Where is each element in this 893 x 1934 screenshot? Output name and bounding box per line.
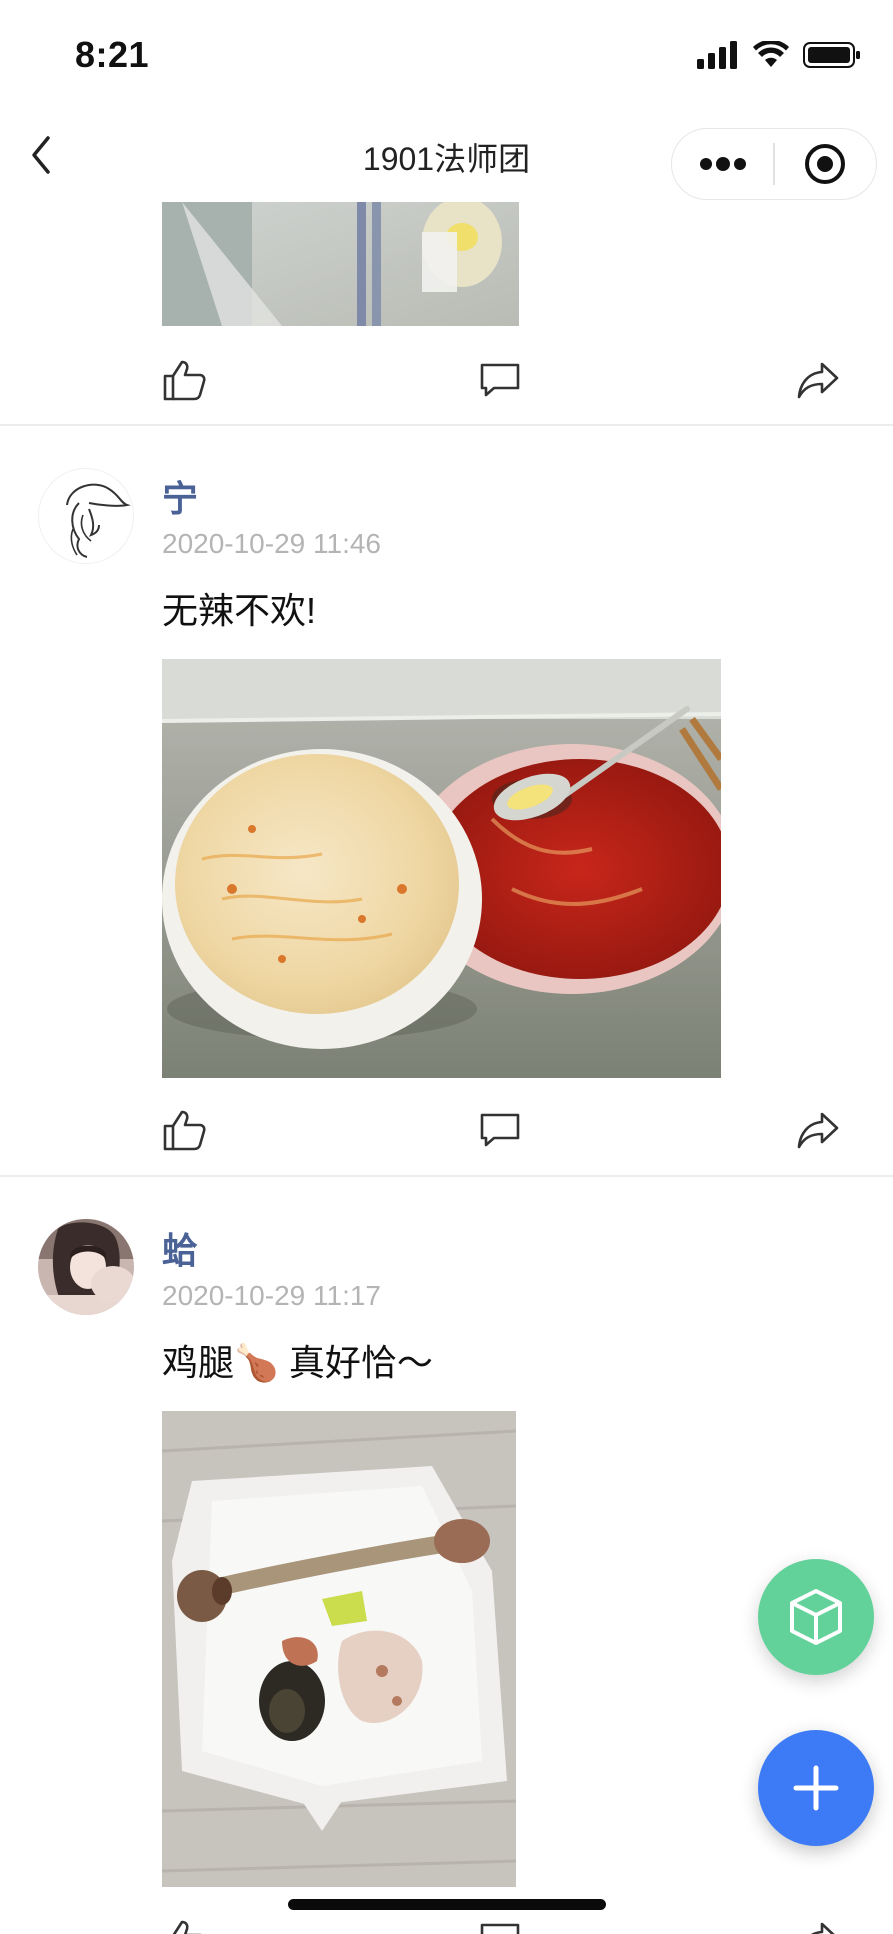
post-text-part: 真好恰～: [278, 1342, 433, 1383]
share-icon: [811, 1922, 835, 1934]
post-actions: [0, 1102, 893, 1172]
post-actions: [0, 352, 893, 422]
wifi-icon: [753, 41, 789, 67]
status-time: 8:21: [75, 34, 150, 75]
share-icon: [797, 1112, 839, 1149]
author-name[interactable]: 宁: [162, 470, 198, 522]
more-button[interactable]: [672, 129, 773, 199]
like-button[interactable]: [157, 1102, 213, 1158]
cube-fab-button[interactable]: [758, 1559, 874, 1675]
cube-icon: [790, 1589, 842, 1645]
post-text: 无辣不欢!: [162, 590, 317, 631]
nav-bar: 1901法师团: [0, 110, 893, 202]
drumstick-emoji: 🍗: [234, 1342, 279, 1383]
avatar-image: [66, 483, 131, 558]
comment-icon: [480, 1113, 520, 1147]
post-text: 鸡腿🍗 真好恰～: [162, 1334, 433, 1386]
signal-icon: [697, 41, 737, 69]
status-icons: [697, 38, 861, 72]
avatar-image: [38, 1219, 134, 1315]
post-timestamp: 2020-10-29 11:17: [162, 1280, 381, 1311]
post-divider: [0, 1175, 893, 1177]
battery-icon: [803, 42, 860, 68]
comment-icon: [480, 1923, 520, 1934]
photo-noodle-bowls: [162, 659, 721, 1078]
target-icon: [805, 144, 846, 184]
thumbs-up-icon: [163, 1110, 206, 1151]
post-text-part: 鸡腿: [162, 1342, 235, 1383]
photo-chicken-bone: [162, 1411, 516, 1887]
close-miniprogram-button[interactable]: [775, 129, 876, 199]
avatar[interactable]: [38, 468, 134, 564]
share-button[interactable]: [790, 1912, 846, 1934]
like-button[interactable]: [157, 1912, 213, 1934]
post-timestamp: 2020-10-29 11:46: [162, 528, 381, 559]
status-bar: 8:21: [0, 0, 893, 110]
share-button[interactable]: [790, 1102, 846, 1158]
author-name[interactable]: 蛤: [162, 1222, 198, 1274]
share-button[interactable]: [790, 352, 846, 408]
comment-button[interactable]: [472, 352, 528, 408]
post-divider: [0, 424, 893, 426]
thumbs-up-icon: [163, 360, 206, 401]
home-indicator: [288, 1899, 606, 1910]
post-image[interactable]: [162, 1411, 516, 1887]
like-button[interactable]: [157, 352, 213, 408]
add-post-fab-button[interactable]: [758, 1730, 874, 1846]
more-dots-icon: [699, 157, 746, 171]
comment-button[interactable]: [472, 1102, 528, 1158]
post-actions: [0, 1912, 893, 1934]
post-image[interactable]: [162, 659, 721, 1078]
comment-icon: [480, 363, 520, 397]
mini-program-capsule: [671, 128, 877, 200]
avatar[interactable]: [38, 1219, 134, 1315]
plus-icon: [793, 1765, 839, 1811]
comment-button[interactable]: [472, 1912, 528, 1934]
post-image[interactable]: [162, 202, 519, 326]
thumbs-up-icon: [172, 1920, 202, 1934]
share-icon: [797, 362, 839, 399]
